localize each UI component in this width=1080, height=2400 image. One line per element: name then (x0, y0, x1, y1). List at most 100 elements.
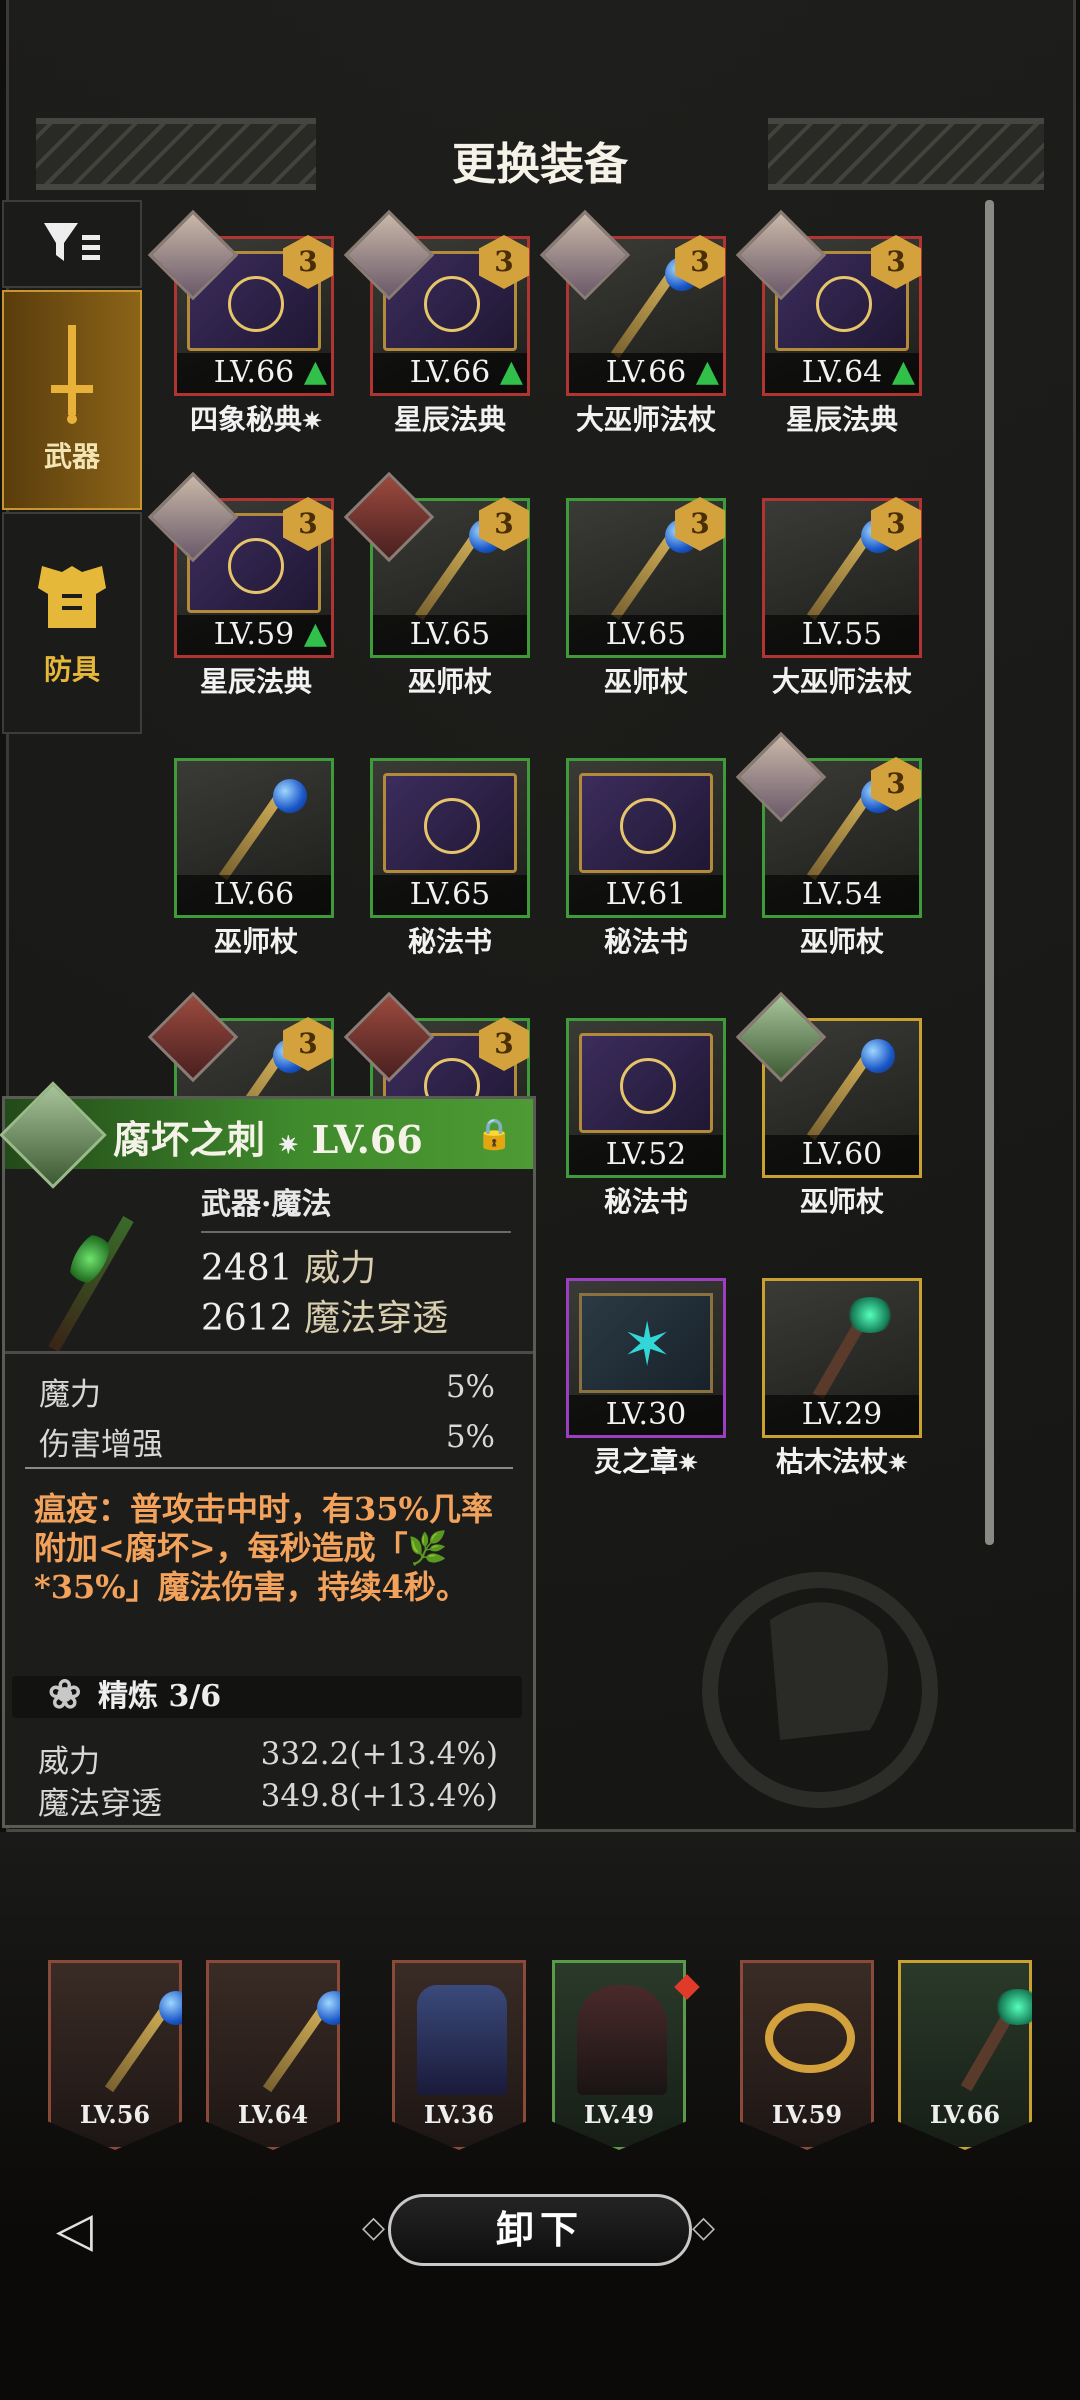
stat-line: 2612 魔法穿透 (201, 1298, 449, 1339)
star-icon: ✷ (301, 406, 323, 435)
equipped-slot[interactable]: LV.66 (898, 1960, 1032, 2150)
level-label: LV.65 (373, 615, 527, 655)
equipment-slot[interactable]: LV.65 (370, 758, 530, 918)
equipped-slot[interactable]: LV.59 (740, 1960, 874, 2150)
level-label: LV.29 (765, 1395, 919, 1435)
level-label: LV.30 (569, 1395, 723, 1435)
armor-icon (38, 566, 106, 628)
item-name: 大巫师法杖 (771, 665, 912, 698)
refine-icon: ❀ (48, 1671, 82, 1718)
equipment-slot[interactable]: 3 LV.66 ▲ (343, 209, 530, 396)
level-label: LV.60 (765, 1135, 919, 1175)
equipment-slot[interactable]: 3 LV.64 ▲ (735, 209, 922, 396)
upgrade-arrow-icon: ▲ (499, 354, 523, 389)
book-icon (579, 1033, 713, 1133)
thorn-staff-icon (35, 1209, 145, 1359)
level-label: LV.64 (237, 2100, 309, 2129)
unequip-button[interactable]: 卸下 (388, 2194, 692, 2266)
wood-staff-icon (775, 1293, 909, 1393)
level-label: LV.65 (373, 875, 527, 915)
equipment-slot[interactable]: 3 LV.54 (735, 731, 922, 918)
divider (25, 1467, 513, 1469)
refine-bar: ❀ 精炼 3/6 (12, 1671, 522, 1718)
staff-icon (187, 773, 321, 873)
filter-icon (44, 223, 100, 261)
level-label: LV.65 (569, 615, 723, 655)
bonus-row: 伤害增强 5% (39, 1419, 495, 1463)
ornament-icon: ◇ (362, 2210, 386, 2245)
item-name: 星辰法典 (199, 665, 312, 698)
refine-stat-row: 威力 332.2(+13.4%) (38, 1736, 498, 1780)
stat-line: 2481 威力 (201, 1248, 377, 1289)
level-label: LV.55 (765, 615, 919, 655)
equipped-slot[interactable]: LV.36 (392, 1960, 526, 2150)
book-icon (383, 773, 517, 873)
equipment-screen: { "header": {"title": "更换装备"}, "tabs": [… (0, 0, 1080, 2400)
level-label: LV.66 (929, 2100, 1001, 2129)
filter-button[interactable] (2, 200, 142, 288)
star-icon: ✷ (278, 1130, 299, 1159)
level-label: LV.52 (569, 1135, 723, 1175)
equipment-slot[interactable]: LV.30 (566, 1278, 726, 1438)
equipment-slot[interactable]: 3 LV.66 ▲ (147, 209, 334, 396)
item-name: 巫师杖 (407, 665, 492, 698)
equipped-slot[interactable]: LV.56 (48, 1960, 182, 2150)
thorn-staff-icon (923, 1985, 1032, 2095)
lock-icon[interactable]: 🔒 (476, 1117, 513, 1152)
item-name: 巫师杖 (603, 665, 688, 698)
cloak-icon (577, 1985, 667, 2095)
tab-weapon-label: 武器 (43, 440, 100, 473)
ring-icon (765, 2003, 855, 2073)
level-label: LV.56 (79, 2100, 151, 2129)
level-label: LV.36 (423, 2100, 495, 2129)
divider (5, 1351, 533, 1354)
equipment-slot[interactable]: 3 LV.66 ▲ (539, 209, 726, 396)
ornament-icon: ◇ (692, 2210, 716, 2245)
staff-icon (73, 1985, 182, 2095)
star-icon: ✷ (887, 1448, 909, 1477)
equipment-slot[interactable]: LV.29 (762, 1278, 922, 1438)
staff-icon (231, 1985, 340, 2095)
equipped-slot[interactable]: LV.64 (206, 1960, 340, 2150)
rune-book-icon (579, 1293, 713, 1393)
item-name: 灵之章✷ (593, 1445, 699, 1478)
hero-portrait (0, 1081, 107, 1189)
refine-stat-row: 魔法穿透 349.8(+13.4%) (38, 1778, 498, 1822)
page-title: 更换装备 (452, 139, 628, 190)
item-name: 星辰法典 (393, 403, 506, 436)
item-name: 巫师杖 (799, 1185, 884, 1218)
level-label: LV.61 (569, 875, 723, 915)
item-tooltip: 腐坏之刺 ✷ LV.66 🔒 武器·魔法 2481 威力 2612 魔法穿透 魔… (0, 1081, 536, 1828)
sword-icon (51, 325, 93, 424)
equipment-slot[interactable]: LV.52 (566, 1018, 726, 1178)
book-icon (579, 773, 713, 873)
scrollbar[interactable] (985, 200, 994, 1545)
star-icon: ✷ (677, 1448, 699, 1477)
equipment-slot[interactable]: 3 LV.65 (343, 471, 530, 658)
equipment-slot[interactable]: 3 LV.55 (762, 497, 922, 658)
level-label: LV.59 (771, 2100, 843, 2129)
back-arrow-icon[interactable]: ◁ (56, 2202, 93, 2258)
item-name: 秘法书 (603, 925, 688, 958)
knight-emblem-icon (702, 1572, 938, 1808)
item-type: 武器·魔法 (201, 1179, 511, 1233)
equipment-slot[interactable]: LV.61 (566, 758, 726, 918)
item-name: 秘法书 (407, 925, 492, 958)
item-name: 大巫师法杖 (575, 403, 716, 436)
equipment-slot[interactable]: LV.66 (174, 758, 334, 918)
tab-weapon[interactable]: 武器 (2, 290, 142, 510)
equipment-slot[interactable]: LV.60 (735, 991, 922, 1178)
equipment-slot[interactable]: 3 LV.59 ▲ (147, 471, 334, 658)
item-name: 巫师杖 (213, 925, 298, 958)
skill-description: 瘟疫：普攻击中时，有35%几率附加<腐坏>，每秒造成「🌿*35%」魔法伤害，持续… (34, 1490, 493, 1606)
upgrade-arrow-icon: ▲ (695, 354, 719, 389)
helmet-icon (417, 1985, 507, 2095)
tab-armor[interactable]: 防具 (2, 512, 142, 734)
upgrade-arrow-icon: ▲ (891, 354, 915, 389)
item-name: 巫师杖 (799, 925, 884, 958)
item-name: 星辰法典 (785, 403, 898, 436)
item-name: 秘法书 (603, 1185, 688, 1218)
equipped-slot[interactable]: LV.49 (552, 1960, 686, 2150)
bonus-row: 魔力 5% (39, 1369, 495, 1413)
equipment-slot[interactable]: 3 LV.65 (566, 497, 726, 658)
